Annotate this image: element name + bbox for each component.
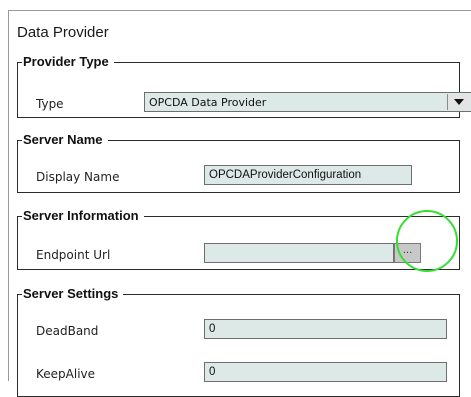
type-row: Type OPCDA Data Provider	[18, 92, 471, 114]
display-name-row: Display Name OPCDAProviderConfiguration	[18, 165, 459, 187]
server-information-group: Server Information Endpoint Url ...	[17, 209, 460, 270]
type-dropdown-value: OPCDA Data Provider	[149, 96, 267, 109]
server-name-legend: Server Name	[23, 132, 103, 147]
type-dropdown[interactable]: OPCDA Data Provider	[144, 92, 471, 112]
panel-top-border	[8, 10, 471, 11]
keepalive-field[interactable]: 0	[204, 362, 447, 382]
browse-endpoint-button[interactable]: ...	[394, 243, 421, 263]
display-name-label: Display Name	[36, 170, 120, 184]
deadband-row: DeadBand 0	[18, 319, 459, 341]
server-information-legend: Server Information	[23, 208, 139, 223]
provider-type-legend: Provider Type	[23, 54, 109, 69]
endpoint-row: Endpoint Url ...	[18, 243, 459, 265]
deadband-field[interactable]: 0	[204, 319, 447, 339]
endpoint-url-field[interactable]	[204, 243, 394, 263]
panel-title: Data Provider	[17, 24, 109, 41]
dropdown-arrow-button[interactable]	[447, 94, 470, 110]
keepalive-label: KeepAlive	[36, 367, 96, 381]
panel-left-border	[8, 10, 9, 381]
endpoint-url-label: Endpoint Url	[36, 248, 111, 262]
display-name-field[interactable]: OPCDAProviderConfiguration	[204, 165, 412, 185]
triangle-down-icon	[454, 99, 464, 105]
type-label: Type	[36, 97, 64, 111]
server-name-group: Server Name Display Name OPCDAProviderCo…	[17, 133, 460, 193]
deadband-label: DeadBand	[36, 324, 99, 338]
provider-type-group: Provider Type Type OPCDA Data Provider	[17, 54, 471, 118]
server-settings-legend: Server Settings	[23, 286, 119, 301]
